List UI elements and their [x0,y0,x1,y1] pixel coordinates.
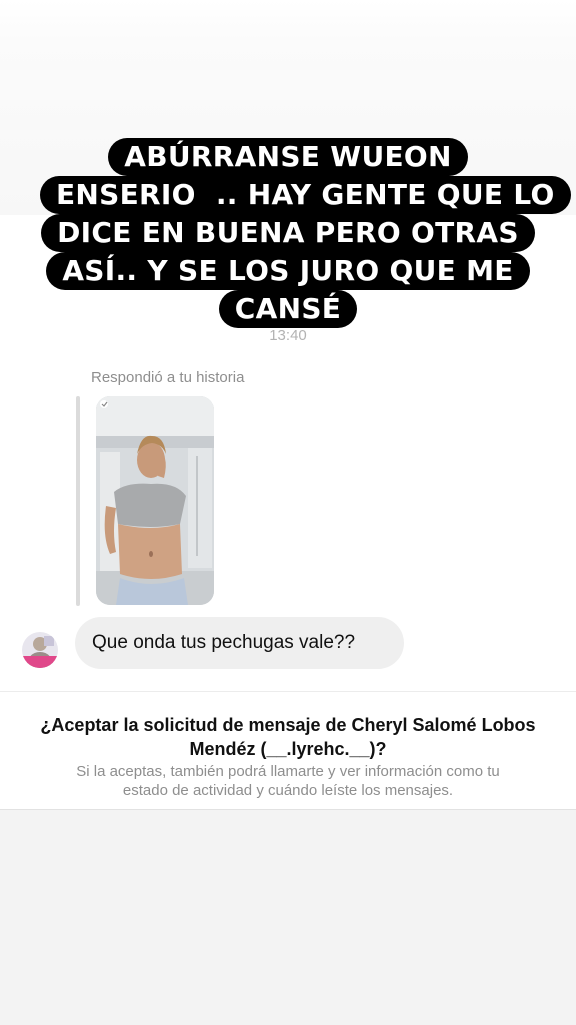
caption-line: DICE EN BUENA PERO OTRAS [41,214,535,252]
story-thumbnail-image [96,396,214,605]
avatar-image [22,632,58,668]
request-title-line: ¿Aceptar la solicitud de mensaje de Cher… [40,715,536,735]
caption-line: ASÍ.. Y SE LOS JURO QUE ME [46,252,530,290]
reply-indicator-bar [76,396,80,606]
sender-avatar[interactable] [22,632,58,668]
message-timestamp: 13:40 [269,327,307,344]
message-request-description: Si la aceptas, también podrá llamarte y … [30,762,546,800]
caption-line: ENSERIO .. HAY GENTE QUE LO [40,176,571,214]
request-description-line: estado de actividad y cuándo leíste los … [122,782,454,799]
request-title-line: Mendéz (__.lyrehc.__)? [189,739,387,759]
caption-line: ABÚRRANSE WUEON [108,138,468,176]
bottom-background [0,809,576,1025]
message-bubble[interactable]: Que onda tus pechugas vale?? [75,617,404,669]
story-reply-label: Respondió a tu historia [91,369,245,386]
request-description-line: Si la aceptas, también podrá llamarte y … [76,763,500,780]
message-request-title: ¿Aceptar la solicitud de mensaje de Cher… [20,713,556,761]
story-caption: ABÚRRANSE WUEON ENSERIO .. HAY GENTE QUE… [40,138,571,328]
section-divider [0,691,576,692]
story-reply-thumbnail[interactable] [96,396,214,605]
caption-line: CANSÉ [218,290,358,328]
